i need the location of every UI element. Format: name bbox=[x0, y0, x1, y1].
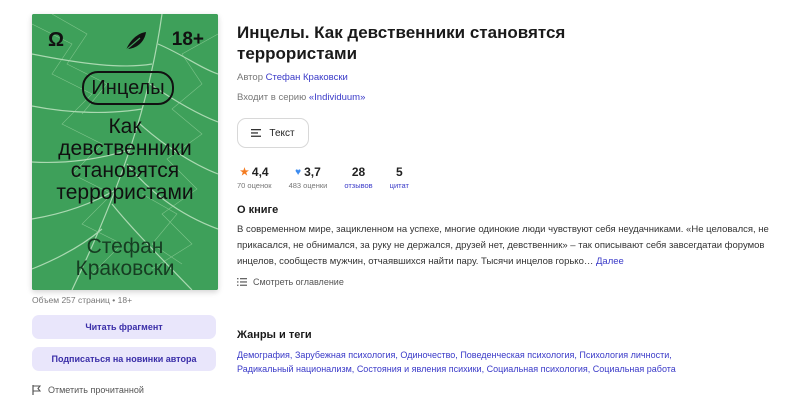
cover-subtitle-line: становятся bbox=[70, 159, 180, 182]
genre-tag[interactable]: Состояния и явления психики, bbox=[357, 364, 484, 374]
quotes-value: 5 bbox=[395, 165, 403, 179]
author-prefix: Автор bbox=[237, 72, 263, 83]
genre-tag[interactable]: Социальная психология, bbox=[487, 364, 591, 374]
rating-stat[interactable]: ★ 4,4 70 оценок bbox=[237, 165, 272, 190]
about-description: В современном мире, зацикленном на успех… bbox=[237, 224, 769, 267]
book-title: Инцелы. Как девственники становятся терр… bbox=[237, 22, 777, 64]
heart-icon: ♥ bbox=[295, 166, 302, 178]
genre-tag[interactable]: Радикальный национализм, bbox=[237, 364, 354, 374]
about-text: В современном мире, зацикленном на успех… bbox=[237, 222, 777, 270]
quotes-link[interactable]: цитат bbox=[390, 181, 409, 190]
cover-author-line: Стефан bbox=[86, 235, 164, 258]
cover-subtitle-line: девственники bbox=[58, 137, 192, 160]
series-line: Входит в серию «Individuum» bbox=[237, 92, 777, 103]
cover-author-line: Краковски bbox=[75, 257, 175, 280]
cover-series-pill: Инцелы bbox=[82, 71, 174, 105]
cover-top-row: Ω 18+ bbox=[42, 29, 208, 53]
likes-stat[interactable]: ♥ 3,7 483 оценки bbox=[289, 165, 328, 190]
text-lines-icon bbox=[251, 129, 262, 137]
author-link[interactable]: Стефан Краковски bbox=[266, 72, 348, 83]
likes-count: 483 оценки bbox=[288, 181, 328, 190]
flag-icon bbox=[32, 385, 41, 395]
genre-tags: Демография, Зарубежная психология, Одино… bbox=[237, 348, 777, 376]
likes-value: 3,7 bbox=[304, 165, 321, 179]
rating-value: 4,4 bbox=[251, 165, 269, 179]
cover-subtitle: Как девственники становятся террористами bbox=[36, 116, 214, 204]
leaf-icon bbox=[125, 32, 146, 51]
reviews-stat[interactable]: 28 отзывов bbox=[344, 165, 372, 190]
series-prefix: Входит в серию bbox=[237, 92, 307, 103]
genre-tag[interactable]: Психология личности, bbox=[579, 350, 671, 360]
format-label: Текст bbox=[269, 127, 295, 139]
mark-read-label: Отметить прочитанной bbox=[48, 385, 144, 395]
book-title-line: Инцелы. Как девственники становятся bbox=[237, 23, 566, 42]
toc-link[interactable]: Смотреть оглавление bbox=[237, 277, 777, 287]
publisher-logo: Ω bbox=[48, 29, 65, 51]
meta-separator: • bbox=[112, 295, 116, 305]
cover-age-badge: 18+ bbox=[171, 29, 204, 50]
genre-tag[interactable]: Социальная работа bbox=[593, 364, 676, 374]
reviews-link[interactable]: отзывов bbox=[344, 181, 372, 190]
main-column: Инцелы. Как девственники становятся терр… bbox=[237, 22, 777, 376]
read-fragment-button[interactable]: Читать фрагмент bbox=[32, 315, 216, 339]
cover-subtitle-line: террористами bbox=[56, 181, 194, 204]
list-icon bbox=[237, 278, 247, 286]
cover-subtitle-line: Как bbox=[108, 115, 142, 138]
quotes-stat[interactable]: 5 цитат bbox=[390, 165, 409, 190]
age-rating: 18+ bbox=[117, 295, 133, 305]
rating-count: 70 оценок bbox=[237, 181, 272, 190]
author-line: Автор Стефан Краковски bbox=[237, 72, 777, 83]
toc-label: Смотреть оглавление bbox=[253, 277, 344, 287]
genres-heading: Жанры и теги bbox=[237, 329, 312, 341]
reviews-value: 28 bbox=[351, 165, 366, 179]
series-link[interactable]: «Individuum» bbox=[309, 92, 366, 103]
book-cover[interactable]: Ω 18+ Инцелы Как девственники становятся… bbox=[32, 14, 218, 290]
left-column: Ω 18+ Инцелы Как девственники становятся… bbox=[32, 14, 218, 395]
book-meta: Объем 257 страниц • 18+ bbox=[32, 295, 218, 305]
stats-row: ★ 4,4 70 оценок ♥ 3,7 483 оценки 28 отзыво… bbox=[237, 165, 777, 190]
read-more-link[interactable]: Далее bbox=[596, 256, 624, 267]
format-text-button[interactable]: Текст bbox=[237, 118, 309, 148]
genre-tag[interactable]: Зарубежная психология, bbox=[295, 350, 398, 360]
mark-read-button[interactable]: Отметить прочитанной bbox=[32, 385, 218, 395]
star-icon: ★ bbox=[239, 166, 249, 178]
cover-author: Стефан Краковски bbox=[36, 236, 214, 280]
book-title-line: террористами bbox=[237, 44, 358, 63]
subscribe-author-button[interactable]: Подписаться на новинки автора bbox=[32, 347, 216, 371]
genre-tag[interactable]: Поведенческая психология, bbox=[460, 350, 577, 360]
pages-count: Объем 257 страниц bbox=[32, 295, 110, 305]
about-heading: О книге bbox=[237, 204, 279, 216]
genre-tag[interactable]: Демография, bbox=[237, 350, 292, 360]
genre-tag[interactable]: Одиночество, bbox=[400, 350, 457, 360]
